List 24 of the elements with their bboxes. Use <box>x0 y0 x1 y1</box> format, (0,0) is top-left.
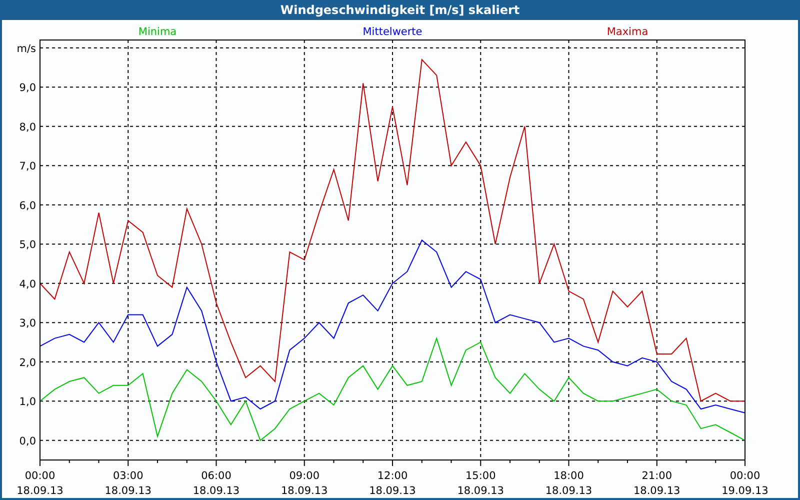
x-tick-label: 12:00 18.09.13 <box>369 470 416 497</box>
x-tick-label: 18:00 18.09.13 <box>545 470 592 497</box>
x-tick-label: 06:00 18.09.13 <box>192 470 240 497</box>
y-tick-label: 3,0 <box>19 318 36 330</box>
x-tick-label: 21:00 18.09.13 <box>634 470 680 497</box>
y-tick-label: 7,0 <box>19 160 36 173</box>
x-tick-label: 00:00 19.09.13 <box>722 470 768 497</box>
legend-label: Mittelwerte <box>362 26 422 38</box>
y-tick-label: 0,0 <box>19 435 36 448</box>
legend-label: Minima <box>138 26 177 38</box>
y-tick-label: 6,0 <box>19 200 36 212</box>
y-tick-label: 2,0 <box>19 356 36 369</box>
y-tick-label: 9,0 <box>19 82 36 94</box>
x-tick-label: 09:00 18.09.13 <box>281 470 328 497</box>
legend-label: Maxima <box>606 26 648 38</box>
y-tick-label: 1,0 <box>19 396 36 408</box>
window-title: Windgeschwindigkeit [m/s] skaliert <box>0 0 800 20</box>
x-tick-label: 00:00 18.09.13 <box>16 470 64 497</box>
y-tick-label: 5,0 <box>19 239 36 252</box>
y-axis-unit: m/s <box>16 42 36 55</box>
y-tick-label: 8,0 <box>19 121 36 134</box>
x-tick-label: 15:00 18.09.13 <box>457 470 504 497</box>
x-tick-label: 03:00 18.09.13 <box>104 470 152 497</box>
y-tick-label: 4,0 <box>19 278 36 290</box>
